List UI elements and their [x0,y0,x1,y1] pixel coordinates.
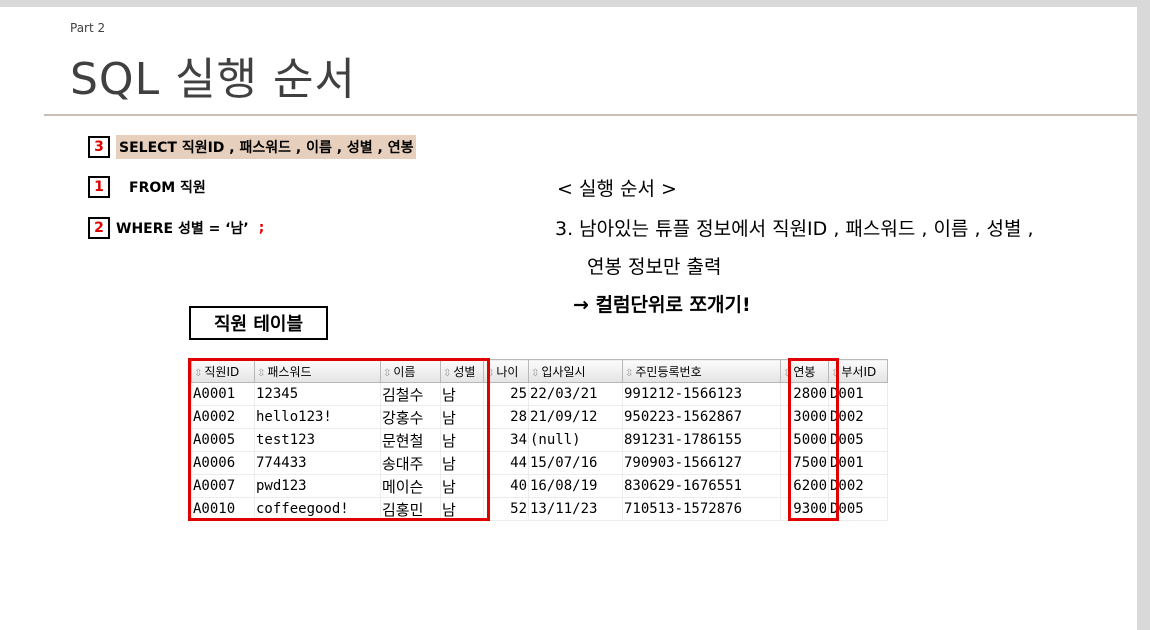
title-divider [44,114,1137,116]
from-clause: FROM 직원 [129,180,206,196]
table-cell: 44 [483,451,529,475]
table-cell: 22/03/21 [528,382,623,406]
execution-line-3: → 컬럼단위로 쪼개기! [573,294,751,316]
statement-terminator: ; [258,220,265,236]
part-label: Part 2 [70,21,106,35]
where-clause: WHERE 성별 = ‘남’ [116,221,249,237]
step-where: 2 WHERE 성별 = ‘남’ ; [88,217,264,239]
table-cell: 40 [483,474,529,498]
table-cell: 950223-1562867 [622,405,781,429]
table-cell: 790903-1566127 [622,451,781,475]
table-cell: 13/11/23 [528,497,623,521]
slide: Part 2 SQL 실행 순서 3 SELECT 직원ID , 패스워드 , … [0,7,1137,630]
selected-columns-highlight [188,358,490,521]
step-from: 1 FROM 직원 [88,176,206,198]
column-header-label: 입사일시 [541,364,586,379]
step-number: 2 [88,217,110,239]
table-cell: 34 [483,428,529,452]
salary-column-highlight [788,358,839,521]
table-cell: 710513-1572876 [622,497,781,521]
execution-line-2: 연봉 정보만 출력 [587,256,722,278]
execution-heading: < 실행 순서 > [557,178,677,200]
table-cell: 891231-1786155 [622,428,781,452]
table-cell: 991212-1566123 [622,382,781,406]
table-caption: 직원 테이블 [189,306,328,340]
table-cell: 830629-1676551 [622,474,781,498]
table-cell: 21/09/12 [528,405,623,429]
step-select: 3 SELECT 직원ID , 패스워드 , 이름 , 성별 , 연봉 [88,135,417,159]
sort-icon[interactable]: ⇳ [531,368,539,379]
column-header-label: 주민등록번호 [635,364,702,379]
column-header[interactable]: ⇳ 나이 [483,359,529,383]
table-cell: 28 [483,405,529,429]
column-header[interactable]: ⇳ 입사일시 [528,359,623,383]
step-number: 1 [88,176,110,198]
column-header-label: 나이 [496,364,519,379]
table-cell: (null) [528,428,623,452]
table-cell: 52 [483,497,529,521]
slide-title: SQL 실행 순서 [70,54,356,105]
sort-icon[interactable]: ⇳ [625,368,633,379]
step-number: 3 [88,136,110,158]
table-cell: 25 [483,382,529,406]
execution-line-1: 3. 남아있는 튜플 정보에서 직원ID , 패스워드 , 이름 , 성별 , [555,218,1034,240]
select-clause: SELECT 직원ID , 패스워드 , 이름 , 성별 , 연봉 [116,135,417,159]
table-cell: 15/07/16 [528,451,623,475]
table-cell: 16/08/19 [528,474,623,498]
column-header-label: 부서ID [841,364,877,379]
column-header[interactable]: ⇳ 주민등록번호 [622,359,781,383]
